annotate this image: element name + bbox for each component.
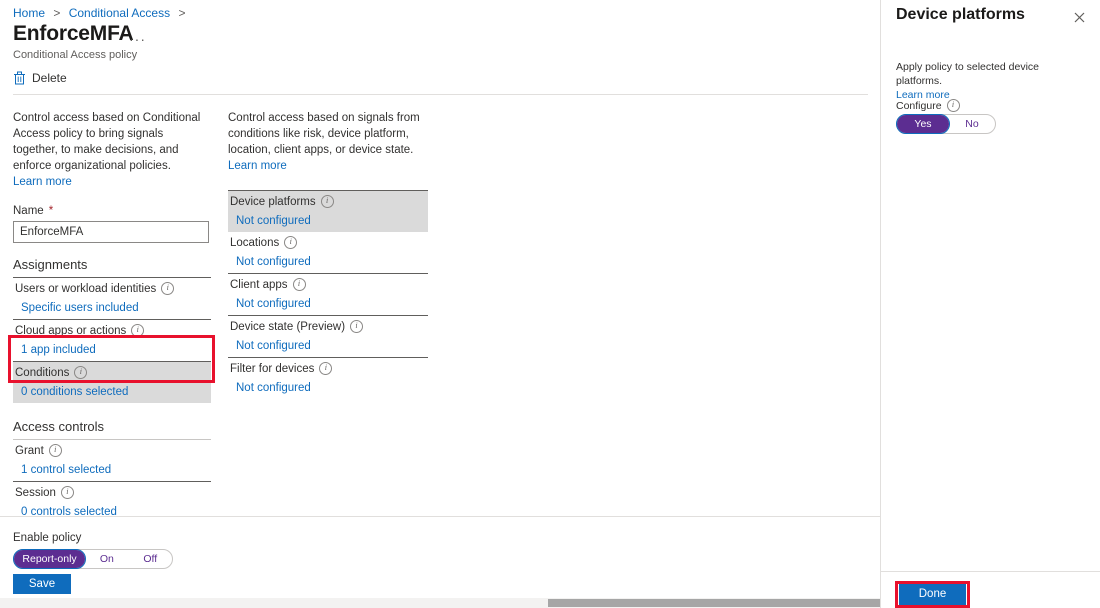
info-icon[interactable]: [61, 486, 74, 499]
row-label-text: Session: [15, 487, 56, 499]
row-client-apps[interactable]: Client apps Not configured: [228, 274, 428, 315]
row-users-or-workload-identities[interactable]: Users or workload identities Specific us…: [13, 278, 211, 319]
row-label: Device state (Preview): [230, 320, 424, 333]
breadcrumb-item-home[interactable]: Home: [13, 6, 45, 20]
row-label: Conditions: [15, 366, 207, 379]
conditions-description-learn-more-link[interactable]: Learn more: [228, 160, 287, 172]
row-cloud-apps-or-actions[interactable]: Cloud apps or actions 1 app included: [13, 320, 211, 361]
panel-description-text: Apply policy to selected device platform…: [896, 61, 1039, 87]
info-icon[interactable]: [947, 99, 960, 112]
breadcrumb-separator-trailing: >: [178, 6, 185, 20]
configure-option-yes[interactable]: Yes: [897, 115, 949, 133]
info-icon[interactable]: [49, 444, 62, 457]
row-value-link[interactable]: Not configured: [236, 215, 424, 227]
row-value-link[interactable]: Not configured: [236, 298, 424, 310]
breadcrumb-item-conditional-access[interactable]: Conditional Access: [69, 6, 170, 20]
row-label: Users or workload identities: [15, 282, 207, 295]
policy-description-learn-more-link[interactable]: Learn more: [13, 176, 72, 188]
breadcrumb-separator: >: [53, 6, 60, 20]
row-label-text: Locations: [230, 237, 279, 249]
required-marker: *: [49, 205, 53, 217]
info-icon[interactable]: [321, 195, 334, 208]
main-content-area: Home > Conditional Access > EnforceMFA ·…: [0, 0, 880, 608]
row-device-platforms[interactable]: Device platforms Not configured: [228, 191, 428, 232]
row-conditions[interactable]: Conditions 0 conditions selected: [13, 362, 211, 403]
name-label-text: Name: [13, 205, 44, 217]
info-icon[interactable]: [319, 362, 332, 375]
row-grant[interactable]: Grant 1 control selected: [13, 440, 211, 481]
configure-label: Configure: [896, 99, 960, 112]
configure-label-text: Configure: [896, 100, 942, 112]
info-icon[interactable]: [161, 282, 174, 295]
delete-button[interactable]: Delete: [13, 71, 67, 85]
enable-policy-option-off[interactable]: Off: [129, 550, 172, 568]
row-value-link[interactable]: Not configured: [236, 340, 424, 352]
row-label-text: Device state (Preview): [230, 321, 345, 333]
assignments-heading: Assignments: [13, 257, 211, 272]
name-input[interactable]: [13, 221, 209, 243]
name-field-label: Name *: [13, 205, 211, 217]
row-label: Cloud apps or actions: [15, 324, 207, 337]
breadcrumb: Home > Conditional Access >: [13, 6, 190, 20]
row-value-link[interactable]: 0 conditions selected: [21, 386, 207, 398]
info-icon[interactable]: [293, 278, 306, 291]
row-label: Grant: [15, 444, 207, 457]
row-label: Session: [15, 486, 207, 499]
save-button[interactable]: Save: [13, 574, 71, 594]
conditions-description-text: Control access based on signals from con…: [228, 112, 420, 156]
delete-button-label: Delete: [32, 71, 67, 85]
page-subtitle: Conditional Access policy: [13, 49, 137, 61]
row-label-text: Conditions: [15, 367, 69, 379]
row-label-text: Users or workload identities: [15, 283, 156, 295]
footer-divider: [0, 516, 880, 517]
done-button[interactable]: Done: [899, 584, 966, 605]
row-label-text: Client apps: [230, 279, 288, 291]
device-platforms-panel: Device platforms Apply policy to selecte…: [880, 0, 1100, 608]
panel-footer-divider: [881, 571, 1100, 572]
row-label-text: Grant: [15, 445, 44, 457]
row-label-text: Cloud apps or actions: [15, 325, 126, 337]
row-value-link[interactable]: Not configured: [236, 256, 424, 268]
assignments-column: Control access based on Conditional Acce…: [13, 110, 211, 523]
row-label-text: Filter for devices: [230, 363, 314, 375]
panel-title: Device platforms: [896, 6, 1025, 24]
info-icon[interactable]: [74, 366, 87, 379]
row-label: Filter for devices: [230, 362, 424, 375]
configure-toggle[interactable]: Yes No: [896, 114, 996, 134]
page-title: EnforceMFA: [13, 22, 134, 46]
access-controls-heading: Access controls: [13, 419, 211, 434]
enable-policy-label: Enable policy: [13, 532, 81, 544]
row-device-state-preview[interactable]: Device state (Preview) Not configured: [228, 316, 428, 357]
policy-description-text: Control access based on Conditional Acce…: [13, 112, 200, 172]
conditions-column: Control access based on signals from con…: [228, 110, 428, 399]
enable-policy-toggle[interactable]: Report-only On Off: [13, 549, 173, 569]
info-icon[interactable]: [350, 320, 363, 333]
conditions-description: Control access based on signals from con…: [228, 110, 428, 174]
row-label: Client apps: [230, 278, 424, 291]
close-icon[interactable]: [1070, 8, 1088, 26]
row-value-link[interactable]: Specific users included: [21, 302, 207, 314]
panel-description: Apply policy to selected device platform…: [896, 60, 1086, 102]
row-filter-for-devices[interactable]: Filter for devices Not configured: [228, 358, 428, 399]
horizontal-scrollbar-thumb[interactable]: [548, 599, 880, 607]
row-locations[interactable]: Locations Not configured: [228, 232, 428, 273]
info-icon[interactable]: [284, 236, 297, 249]
policy-description: Control access based on Conditional Acce…: [13, 110, 211, 190]
row-value-link[interactable]: Not configured: [236, 382, 424, 394]
row-value-link[interactable]: 1 control selected: [21, 464, 207, 476]
row-label: Device platforms: [230, 195, 424, 208]
info-icon[interactable]: [131, 324, 144, 337]
trash-icon: [13, 71, 26, 85]
row-label-text: Device platforms: [230, 196, 316, 208]
row-label: Locations: [230, 236, 424, 249]
enable-policy-option-report-only[interactable]: Report-only: [14, 550, 85, 568]
configure-option-no[interactable]: No: [949, 115, 995, 133]
toolbar-divider: [13, 94, 868, 95]
more-options-icon[interactable]: ···: [129, 31, 146, 47]
row-value-link[interactable]: 1 app included: [21, 344, 207, 356]
enable-policy-option-on[interactable]: On: [85, 550, 128, 568]
